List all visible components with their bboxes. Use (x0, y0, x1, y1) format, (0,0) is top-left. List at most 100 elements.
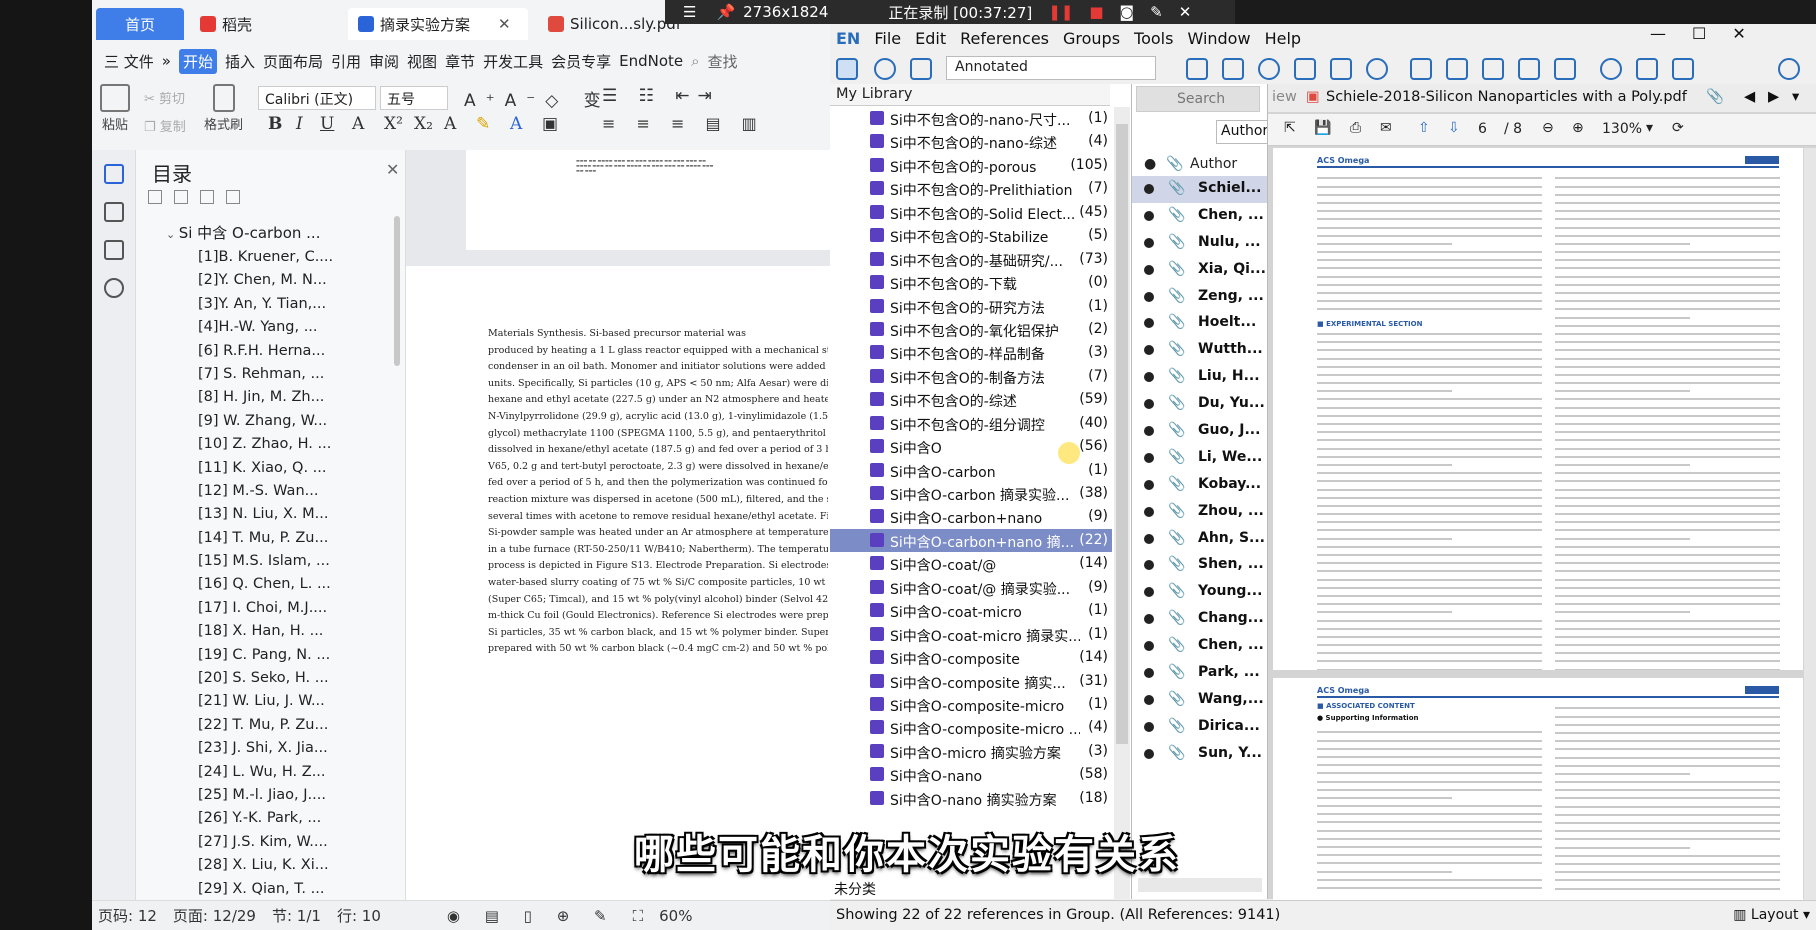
new-reference-icon[interactable] (1186, 58, 1208, 80)
toc-item[interactable]: [29] X. Qian, T. ... (198, 878, 333, 901)
bold-button[interactable]: B (268, 114, 282, 134)
menu-insert[interactable]: 插入 (225, 51, 255, 72)
reference-row[interactable]: 📎 Schiel... (1132, 176, 1267, 203)
remove-icon[interactable] (226, 190, 240, 204)
link-icon[interactable] (1410, 58, 1432, 80)
group-item[interactable]: Si中含O-composite (14) (830, 646, 1112, 669)
sync-icon[interactable] (1600, 58, 1622, 80)
zoom-dropdown-icon[interactable]: ▾ (1646, 120, 1653, 136)
share-icon[interactable] (1636, 58, 1658, 80)
column-header[interactable]: ● 📎 Author (1132, 154, 1267, 176)
page-input[interactable]: 6 (1478, 121, 1487, 137)
reference-row[interactable]: 📎 Nulu, ... (1132, 230, 1267, 257)
font-size-buttons[interactable]: A⁺A⁻◇ 变 (464, 86, 611, 111)
toc-item[interactable]: [24] L. Wu, H. Z... (198, 761, 333, 784)
font-name-select[interactable]: Calibri (正文) (258, 86, 376, 110)
group-scrollbar-thumb[interactable] (1116, 124, 1128, 744)
toc-item[interactable]: [1]B. Kruener, C.... (198, 246, 333, 269)
group-item[interactable]: Si中含O-nano 摘实验方案 (18) (830, 787, 1112, 810)
reference-row[interactable]: 📎 Wang,... (1132, 687, 1267, 714)
help-icon[interactable] (1778, 58, 1800, 80)
menu-vip[interactable]: 会员专享 (551, 51, 611, 72)
toc-item[interactable]: [20] S. Seko, H. ... (198, 667, 333, 690)
group-item[interactable]: Si中不包含O的-研究方法 (1) (830, 295, 1112, 318)
group-item[interactable]: Si中不包含O的-组分调控 (40) (830, 412, 1112, 435)
group-item[interactable]: Si中含O-coat-micro 摘录实... (1) (830, 623, 1112, 646)
reference-row[interactable]: 📎 Park, ... (1132, 660, 1267, 687)
group-item[interactable]: Si中不包含O的-制备方法 (7) (830, 365, 1112, 388)
open-folder-icon[interactable] (1446, 58, 1468, 80)
reference-row[interactable]: 📎 Chen, ... (1132, 203, 1267, 230)
view-mode-icons[interactable]: ◉ ▤ ▯ ⊕ ✎ (447, 907, 617, 925)
document-body-text[interactable]: Materials Synthesis. Si-based precursor … (488, 326, 828, 658)
folder-icon[interactable] (836, 58, 858, 80)
zoom-level[interactable]: 130% (1602, 121, 1642, 137)
toc-item[interactable]: [12] M.-S. Wan... (198, 480, 333, 503)
rotate-icon[interactable]: ⟳ (1672, 120, 1684, 136)
expand-icon[interactable] (174, 190, 188, 204)
reference-row[interactable]: 📎 Wutth... (1132, 337, 1267, 364)
pdf-tab-title[interactable]: Schiele-2018-Silicon Nanoparticles with … (1326, 89, 1687, 105)
group-item[interactable]: Si中不包含O的-下载 (0) (830, 271, 1112, 294)
toc-item[interactable]: [16] Q. Chen, L. ... (198, 573, 333, 596)
reference-row[interactable]: 📎 Dirica... (1132, 714, 1267, 741)
menu-start[interactable]: 开始 (178, 48, 217, 74)
menu-window[interactable]: Window (1187, 29, 1250, 48)
insert-citation-icon[interactable] (1222, 58, 1244, 80)
group-item[interactable]: Si中含O-coat/@ 摘录实验... (9) (830, 576, 1112, 599)
next-tab-icon[interactable]: ▶ (1768, 89, 1779, 105)
paste-button[interactable]: 粘贴 (100, 84, 130, 133)
reference-row[interactable]: 📎 Zhou, ... (1132, 499, 1267, 526)
toc-item[interactable]: [11] K. Xiao, Q. ... (198, 457, 333, 480)
group-icon[interactable] (1554, 58, 1576, 80)
toc-root-item[interactable]: ⌄ Si 中含 O-carbon ... (166, 222, 320, 243)
export-icon[interactable] (1330, 58, 1352, 80)
toc-item[interactable]: [2]Y. Chen, M. N... (198, 269, 333, 292)
menu-help[interactable]: Help (1265, 29, 1301, 48)
toc-item[interactable]: [22] T. Mu, P. Zu... (198, 714, 333, 737)
reference-row[interactable]: 📎 Hoelt... (1132, 310, 1267, 337)
italic-button[interactable]: I (296, 114, 303, 134)
toc-item[interactable]: [4]H.-W. Yang, ... (198, 316, 333, 339)
tab-home[interactable]: 首页 (96, 8, 184, 40)
find-fulltext-icon[interactable] (1258, 58, 1280, 80)
menu-endnote[interactable]: EndNote (619, 52, 683, 70)
pdf-scrollbar[interactable] (1804, 148, 1816, 900)
page-up-icon[interactable]: ⇧ (1418, 120, 1430, 136)
reference-row[interactable]: 📎 Ahn, S... (1132, 526, 1267, 553)
page-down-icon[interactable]: ⇩ (1448, 120, 1460, 136)
tab-daoke[interactable]: 稻壳 (190, 8, 340, 40)
menu-review[interactable]: 审阅 (369, 51, 399, 72)
unfiled-group[interactable]: 未分类 (834, 879, 876, 899)
reference-row[interactable]: 📎 Young... (1132, 579, 1267, 606)
import-icon[interactable] (1294, 58, 1316, 80)
highlight-button[interactable]: ✎ (476, 114, 490, 134)
close-icon[interactable]: ✕ (386, 160, 399, 179)
pause-icon[interactable]: ❚❚ (1048, 3, 1073, 21)
toc-item[interactable]: [13] N. Liu, X. M... (198, 503, 333, 526)
reference-row[interactable]: 📎 Sun, Y... (1132, 741, 1267, 768)
toc-item[interactable]: [15] M.S. Islam, ... (198, 550, 333, 573)
toc-item[interactable]: [18] X. Han, H. ... (198, 620, 333, 643)
reference-row[interactable]: 📎 Liu, H... (1132, 364, 1267, 391)
open-external-icon[interactable]: ⇱ (1284, 120, 1296, 136)
strikethrough-button[interactable]: A (352, 114, 364, 134)
menu-view[interactable]: 视图 (407, 51, 437, 72)
prev-tab-icon[interactable]: ◀ (1744, 89, 1755, 105)
word-icon[interactable] (1518, 58, 1540, 80)
pen-icon[interactable]: ✎ (1150, 3, 1163, 21)
email-icon[interactable]: ✉ (1380, 120, 1392, 136)
menu-file[interactable]: 三 文件 (104, 51, 154, 72)
group-item[interactable]: Si中含O-composite 摘实... (31) (830, 670, 1112, 693)
group-item[interactable]: Si中含O-micro 摘实验方案 (3) (830, 740, 1112, 763)
menu-layout[interactable]: 页面布局 (263, 51, 323, 72)
group-item[interactable]: Si中不包含O的-综述 (59) (830, 388, 1112, 411)
toc-item[interactable]: [28] X. Liu, K. Xi... (198, 854, 333, 877)
copy-button[interactable]: ❐ 复制 (144, 116, 186, 135)
toc-item[interactable]: [19] C. Pang, N. ... (198, 644, 333, 667)
reference-row[interactable]: 📎 Chang... (1132, 606, 1267, 633)
font-color-button[interactable]: A (510, 114, 522, 134)
stop-icon[interactable]: ■ (1089, 3, 1103, 21)
cut-button[interactable]: ✂ 剪切 (144, 88, 185, 107)
group-item[interactable]: Si中不包含O的-氧化铝保护 (2) (830, 318, 1112, 341)
